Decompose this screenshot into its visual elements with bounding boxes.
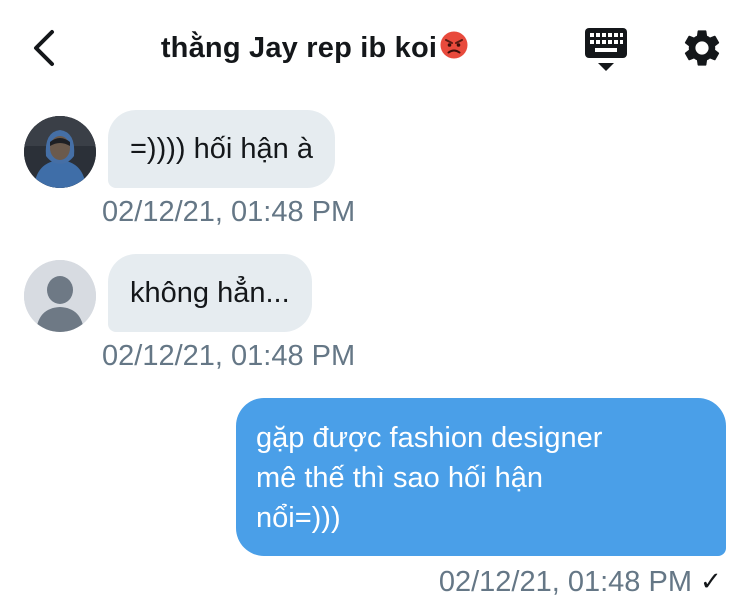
profile-photo-avatar-icon: [24, 116, 96, 188]
conversation-header: thằng Jay rep ib koi: [0, 0, 750, 100]
conversation-title-text: thằng Jay rep ib koi: [160, 32, 438, 64]
message-text-line: nổi=))): [256, 502, 341, 534]
message-bubble-incoming[interactable]: không hẳn...: [108, 254, 312, 332]
default-avatar-icon: [24, 260, 96, 332]
message-text: =)))) hối hận à: [130, 133, 313, 165]
settings-button[interactable]: [680, 26, 724, 70]
gear-icon: [684, 30, 720, 66]
message-text-line: gặp được fashion designer: [256, 422, 603, 454]
message-bubble-outgoing[interactable]: gặp được fashion designer mê thế thì sao…: [236, 398, 726, 556]
avatar[interactable]: [24, 260, 96, 332]
angry-face-emoji-icon: [440, 31, 468, 59]
message-timestamp: 02/12/21, 01:48 PM: [102, 340, 356, 372]
message-text: không hẳn...: [130, 277, 290, 309]
conversation-title: thằng Jay rep ib koi: [0, 30, 630, 65]
keyboard-icon: [585, 28, 627, 71]
message-timestamp: 02/12/21, 01:48 PM: [438, 566, 692, 598]
sent-check-icon: ✓: [700, 566, 722, 596]
keyboard-toggle-button[interactable]: [584, 26, 628, 74]
avatar[interactable]: [24, 116, 96, 188]
message-text-line: mê thế thì sao hối hận: [256, 462, 543, 494]
message-timestamp: 02/12/21, 01:48 PM: [102, 196, 356, 228]
message-bubble-incoming[interactable]: =)))) hối hận à: [108, 110, 335, 188]
